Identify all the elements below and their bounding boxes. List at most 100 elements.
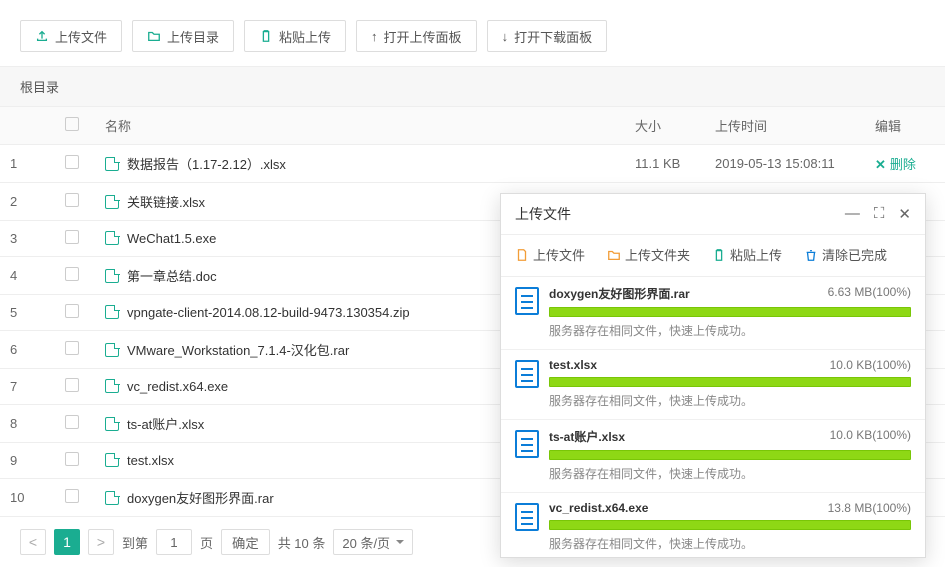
row-checkbox[interactable] <box>65 415 79 429</box>
upload-dir-button[interactable]: 上传目录 <box>132 20 234 52</box>
upload-item-size: 10.0 KB(100%) <box>830 358 911 372</box>
upload-item-name: ts-at账户.xlsx <box>549 428 625 445</box>
pager-goto-post: 页 <box>200 533 213 552</box>
upload-progress-bar <box>549 520 911 530</box>
file-icon <box>105 157 119 171</box>
tab-clear-done-label: 清除已完成 <box>822 245 887 264</box>
upload-panel-title: 上传文件 <box>515 204 571 224</box>
pager-per-page-label: 20 条/页 <box>342 533 390 552</box>
table-row: 1 数据报告（1.17-2.12）.xlsx 11.1 KB2019-05-13 1… <box>0 145 945 183</box>
breadcrumb: 根目录 <box>0 66 945 107</box>
upload-status-msg: 服务器存在相同文件，快速上传成功。 <box>549 392 911 409</box>
upload-item-size: 10.0 KB(100%) <box>830 428 911 445</box>
upload-panel-header[interactable]: 上传文件 — ⛶ ✕ <box>501 194 925 235</box>
upload-item: doxygen友好图形界面.rar6.63 MB(100%)服务器存在相同文件，… <box>501 277 925 350</box>
row-checkbox-cell <box>55 331 95 369</box>
row-name-cell[interactable]: 数据报告（1.17-2.12）.xlsx <box>95 145 625 183</box>
close-icon[interactable]: ✕ <box>898 205 911 223</box>
upload-progress-bar <box>549 377 911 387</box>
upload-item: test.xlsx 10.0 KB(100%) 服务器存在相同文件，快速上传成功。 <box>501 350 925 420</box>
x-icon: ✕ <box>875 157 886 172</box>
upload-status-msg: 服务器存在相同文件，快速上传成功。 <box>549 535 911 552</box>
open-download-panel-label: 打开下载面板 <box>514 27 592 46</box>
open-upload-panel-button[interactable]: ↑ 打开上传面板 <box>356 20 477 52</box>
row-op: ✕删除 <box>865 145 945 183</box>
row-index: 1 <box>0 145 55 183</box>
row-checkbox-cell <box>55 221 95 257</box>
document-icon <box>515 287 539 315</box>
clipboard-teal-icon <box>712 248 726 262</box>
row-checkbox-cell <box>55 369 95 405</box>
select-all-checkbox[interactable] <box>65 117 79 131</box>
toolbar: 上传文件 上传目录 粘贴上传 ↑ 打开上传面板 ↓ 打开下载面板 <box>0 0 945 66</box>
upload-progress-bar <box>549 307 911 317</box>
paste-upload-button[interactable]: 粘贴上传 <box>244 20 346 52</box>
tab-upload-folder[interactable]: 上传文件夹 <box>607 245 690 264</box>
file-icon <box>105 231 119 245</box>
file-name: VMware_Workstation_7.1.4-汉化包.rar <box>127 343 349 358</box>
row-checkbox[interactable] <box>65 304 79 318</box>
maximize-icon[interactable]: ⛶ <box>874 205 885 223</box>
file-name: 第一章总结.doc <box>127 269 217 284</box>
row-checkbox-cell <box>55 183 95 221</box>
upload-item-name: test.xlsx <box>549 358 597 372</box>
col-checkbox-header <box>55 107 95 145</box>
file-name: vc_redist.x64.exe <box>127 379 228 394</box>
delete-link[interactable]: ✕删除 <box>875 157 916 172</box>
upload-item: vc_redist.x64.exe 13.8 MB(100%) 服务器存在相同文件，… <box>501 493 925 557</box>
table-head: 名称 大小 上传时间 编辑 <box>0 107 945 145</box>
file-icon <box>105 379 119 393</box>
file-name: ts-at账户.xlsx <box>127 417 204 432</box>
file-icon <box>105 195 119 209</box>
arrow-down-icon: ↓ <box>502 29 509 44</box>
col-name-header[interactable]: 名称 <box>95 107 625 145</box>
folder-icon <box>147 29 161 43</box>
row-checkbox[interactable] <box>65 489 79 503</box>
file-name: 关联链接.xlsx <box>127 195 205 210</box>
row-checkbox[interactable] <box>65 341 79 355</box>
col-time-header[interactable]: 上传时间 <box>705 107 865 145</box>
row-checkbox[interactable] <box>65 378 79 392</box>
trash-blue-icon <box>804 248 818 262</box>
upload-item-size: 13.8 MB(100%) <box>828 501 911 515</box>
pager-total: 共 10 条 <box>278 533 326 552</box>
tab-upload-file[interactable]: 上传文件 <box>515 245 585 264</box>
upload-item-name: vc_redist.x64.exe <box>549 501 648 515</box>
file-icon <box>105 343 119 357</box>
row-size: 11.1 KB <box>625 145 705 183</box>
tab-clear-done[interactable]: 清除已完成 <box>804 245 887 264</box>
open-upload-panel-label: 打开上传面板 <box>384 27 462 46</box>
row-checkbox[interactable] <box>65 267 79 281</box>
document-icon <box>515 360 539 388</box>
row-time: 2019-05-13 15:08:11 <box>705 145 865 183</box>
row-index: 10 <box>0 479 55 517</box>
row-checkbox-cell <box>55 145 95 183</box>
row-checkbox[interactable] <box>65 230 79 244</box>
file-icon <box>105 269 119 283</box>
row-index: 9 <box>0 443 55 479</box>
row-index: 8 <box>0 405 55 443</box>
row-checkbox[interactable] <box>65 452 79 466</box>
row-checkbox-cell <box>55 479 95 517</box>
file-name: 数据报告（1.17-2.12）.xlsx <box>127 157 286 172</box>
row-index: 7 <box>0 369 55 405</box>
breadcrumb-root[interactable]: 根目录 <box>20 80 59 95</box>
upload-file-button[interactable]: 上传文件 <box>20 20 122 52</box>
clipboard-icon <box>259 29 273 43</box>
minimize-icon[interactable]: — <box>845 205 860 223</box>
row-index: 2 <box>0 183 55 221</box>
row-checkbox[interactable] <box>65 155 79 169</box>
open-download-panel-button[interactable]: ↓ 打开下载面板 <box>487 20 608 52</box>
upload-item-size: 6.63 MB(100%) <box>828 285 911 302</box>
pager-goto-pre: 到第 <box>122 533 148 552</box>
document-icon <box>515 503 539 531</box>
chevron-down-icon <box>396 540 404 548</box>
file-name: WeChat1.5.exe <box>127 231 216 246</box>
tab-paste-upload[interactable]: 粘贴上传 <box>712 245 782 264</box>
row-checkbox-cell <box>55 295 95 331</box>
row-index: 3 <box>0 221 55 257</box>
col-size-header[interactable]: 大小 <box>625 107 705 145</box>
upload-file-label: 上传文件 <box>55 27 107 46</box>
file-name: test.xlsx <box>127 453 174 468</box>
row-checkbox[interactable] <box>65 193 79 207</box>
